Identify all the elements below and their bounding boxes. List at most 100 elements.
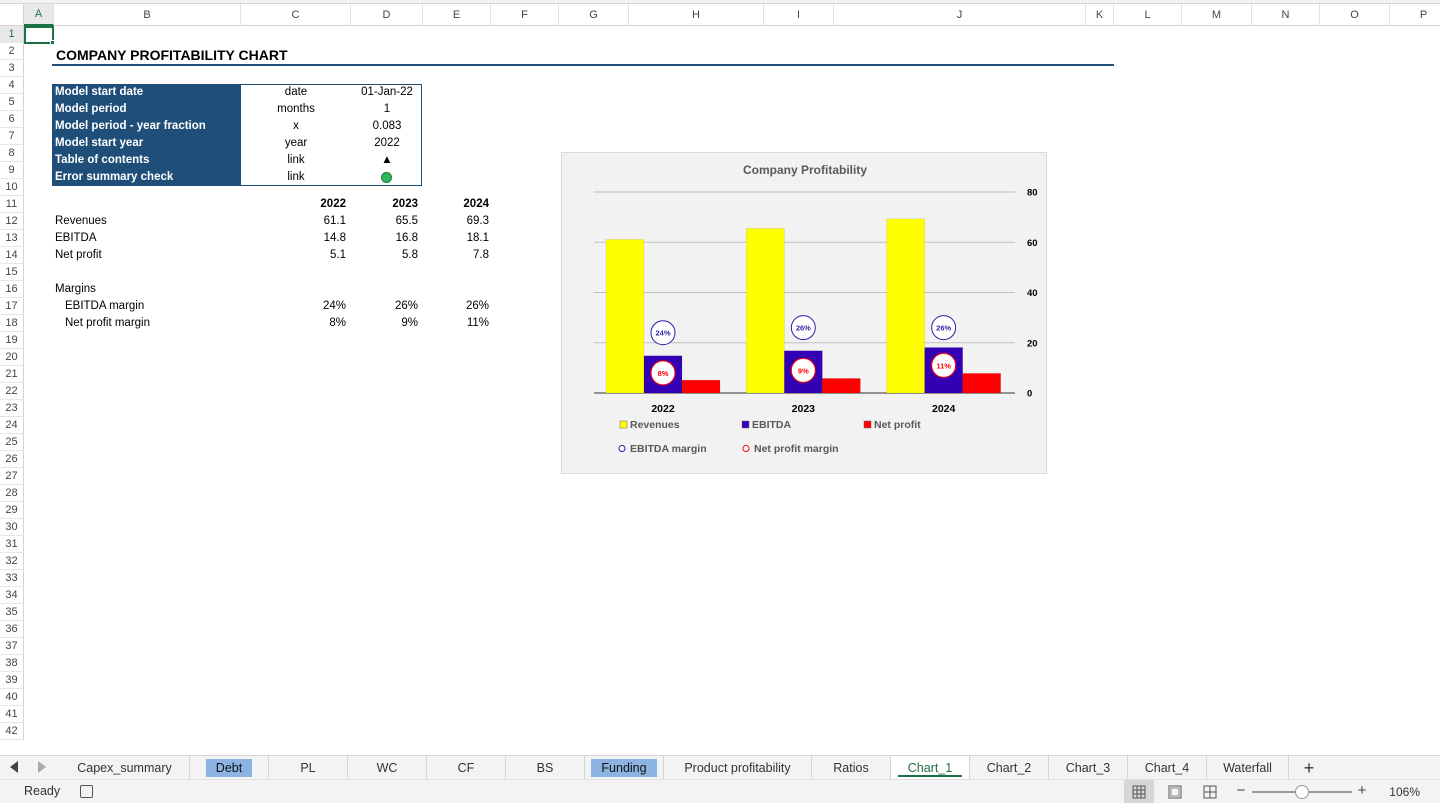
- bar-net-profit[interactable]: [822, 378, 861, 394]
- row-header-10[interactable]: 10: [0, 179, 24, 196]
- metric-value[interactable]: 61.1: [290, 213, 346, 230]
- row-header-36[interactable]: 36: [0, 621, 24, 638]
- param-unit[interactable]: year: [241, 135, 351, 152]
- param-value[interactable]: 1: [351, 101, 423, 118]
- margin-value[interactable]: 8%: [290, 315, 346, 332]
- row-header-41[interactable]: 41: [0, 706, 24, 723]
- row-header-21[interactable]: 21: [0, 366, 24, 383]
- row-header-11[interactable]: 11: [0, 196, 24, 213]
- row-header-26[interactable]: 26: [0, 451, 24, 468]
- metric-label[interactable]: EBITDA: [55, 230, 97, 247]
- row-header-1[interactable]: 1: [0, 26, 24, 43]
- sheet-tab-chart-1[interactable]: Chart_1: [891, 756, 970, 780]
- sheet-tab-product-profitability[interactable]: Product profitability: [664, 756, 812, 780]
- sheet-tab-bs[interactable]: BS: [506, 756, 585, 780]
- param-value[interactable]: 01-Jan-22: [351, 84, 423, 101]
- margin-value[interactable]: 11%: [432, 315, 489, 332]
- bar-net-profit[interactable]: [962, 373, 1001, 394]
- sheet-tab-funding[interactable]: Funding: [585, 756, 664, 780]
- status-ok-icon[interactable]: [381, 172, 392, 183]
- margin-label[interactable]: EBITDA margin: [65, 298, 144, 315]
- sheet-tab-waterfall[interactable]: Waterfall: [1207, 756, 1289, 780]
- column-header-a[interactable]: A: [24, 4, 54, 26]
- param-label[interactable]: Error summary check: [52, 169, 241, 186]
- row-header-3[interactable]: 3: [0, 60, 24, 77]
- column-header-d[interactable]: D: [351, 4, 423, 26]
- row-header-28[interactable]: 28: [0, 485, 24, 502]
- metric-value[interactable]: 69.3: [432, 213, 489, 230]
- row-header-18[interactable]: 18: [0, 315, 24, 332]
- bar-revenues[interactable]: [605, 239, 645, 394]
- metric-value[interactable]: 65.5: [362, 213, 418, 230]
- metric-value[interactable]: 5.1: [290, 247, 346, 264]
- margins-header[interactable]: Margins: [55, 281, 96, 298]
- column-header-j[interactable]: J: [834, 4, 1086, 26]
- profitability-chart[interactable]: Company Profitability 0 20 40 60 80 2022 24% 8% 2…: [561, 152, 1047, 474]
- zoom-slider-thumb[interactable]: [1295, 785, 1309, 799]
- margin-value[interactable]: 26%: [362, 298, 418, 315]
- row-header-14[interactable]: 14: [0, 247, 24, 264]
- metric-value[interactable]: 14.8: [290, 230, 346, 247]
- param-label[interactable]: Model start year: [52, 135, 241, 152]
- fill-handle[interactable]: [50, 40, 55, 45]
- column-header-e[interactable]: E: [423, 4, 491, 26]
- row-header-9[interactable]: 9: [0, 162, 24, 179]
- row-header-34[interactable]: 34: [0, 587, 24, 604]
- scroll-tabs-right-icon[interactable]: [38, 761, 46, 773]
- row-header-40[interactable]: 40: [0, 689, 24, 706]
- margin-value[interactable]: 26%: [432, 298, 489, 315]
- param-label[interactable]: Model period: [52, 101, 241, 118]
- param-label[interactable]: Model start date: [52, 84, 241, 101]
- sheet-tab-wc[interactable]: WC: [348, 756, 427, 780]
- row-header-19[interactable]: 19: [0, 332, 24, 349]
- row-header-17[interactable]: 17: [0, 298, 24, 315]
- column-header-f[interactable]: F: [491, 4, 559, 26]
- row-header-38[interactable]: 38: [0, 655, 24, 672]
- column-header-h[interactable]: H: [629, 4, 764, 26]
- year-header[interactable]: 2024: [432, 196, 489, 213]
- column-header-l[interactable]: L: [1114, 4, 1182, 26]
- row-header-37[interactable]: 37: [0, 638, 24, 655]
- metric-value[interactable]: 7.8: [432, 247, 489, 264]
- row-header-13[interactable]: 13: [0, 230, 24, 247]
- row-header-24[interactable]: 24: [0, 417, 24, 434]
- param-label[interactable]: Table of contents: [52, 152, 241, 169]
- row-header-2[interactable]: 2: [0, 43, 24, 60]
- metric-value[interactable]: 18.1: [432, 230, 489, 247]
- row-header-5[interactable]: 5: [0, 94, 24, 111]
- column-header-m[interactable]: M: [1182, 4, 1252, 26]
- margin-value[interactable]: 24%: [290, 298, 346, 315]
- normal-view-icon[interactable]: [1124, 780, 1154, 803]
- metric-value[interactable]: 16.8: [362, 230, 418, 247]
- sheet-tab-debt[interactable]: Debt: [190, 756, 269, 780]
- page-layout-view-icon[interactable]: [1162, 780, 1188, 803]
- sheet-tab-pl[interactable]: PL: [269, 756, 348, 780]
- row-header-4[interactable]: 4: [0, 77, 24, 94]
- row-header-39[interactable]: 39: [0, 672, 24, 689]
- row-header-20[interactable]: 20: [0, 349, 24, 366]
- column-header-c[interactable]: C: [241, 4, 351, 26]
- param-unit[interactable]: link: [241, 152, 351, 169]
- column-header-b[interactable]: B: [54, 4, 241, 26]
- year-header[interactable]: 2023: [362, 196, 418, 213]
- column-header-o[interactable]: O: [1320, 4, 1390, 26]
- table-of-contents-link-icon[interactable]: ▲: [351, 152, 423, 169]
- metric-label[interactable]: Revenues: [55, 213, 107, 230]
- row-header-35[interactable]: 35: [0, 604, 24, 621]
- param-unit[interactable]: x: [241, 118, 351, 135]
- sheet-tab-ratios[interactable]: Ratios: [812, 756, 891, 780]
- param-unit[interactable]: months: [241, 101, 351, 118]
- row-header-15[interactable]: 15: [0, 264, 24, 281]
- sheet-tab-chart-3[interactable]: Chart_3: [1049, 756, 1128, 780]
- bar-revenues[interactable]: [746, 228, 785, 394]
- page-break-view-icon[interactable]: [1197, 780, 1223, 803]
- row-header-27[interactable]: 27: [0, 468, 24, 485]
- row-header-16[interactable]: 16: [0, 281, 24, 298]
- year-header[interactable]: 2022: [290, 196, 346, 213]
- bar-revenues[interactable]: [886, 218, 925, 394]
- row-header-22[interactable]: 22: [0, 383, 24, 400]
- row-header-29[interactable]: 29: [0, 502, 24, 519]
- sheet-tab-cf[interactable]: CF: [427, 756, 506, 780]
- row-header-7[interactable]: 7: [0, 128, 24, 145]
- row-header-30[interactable]: 30: [0, 519, 24, 536]
